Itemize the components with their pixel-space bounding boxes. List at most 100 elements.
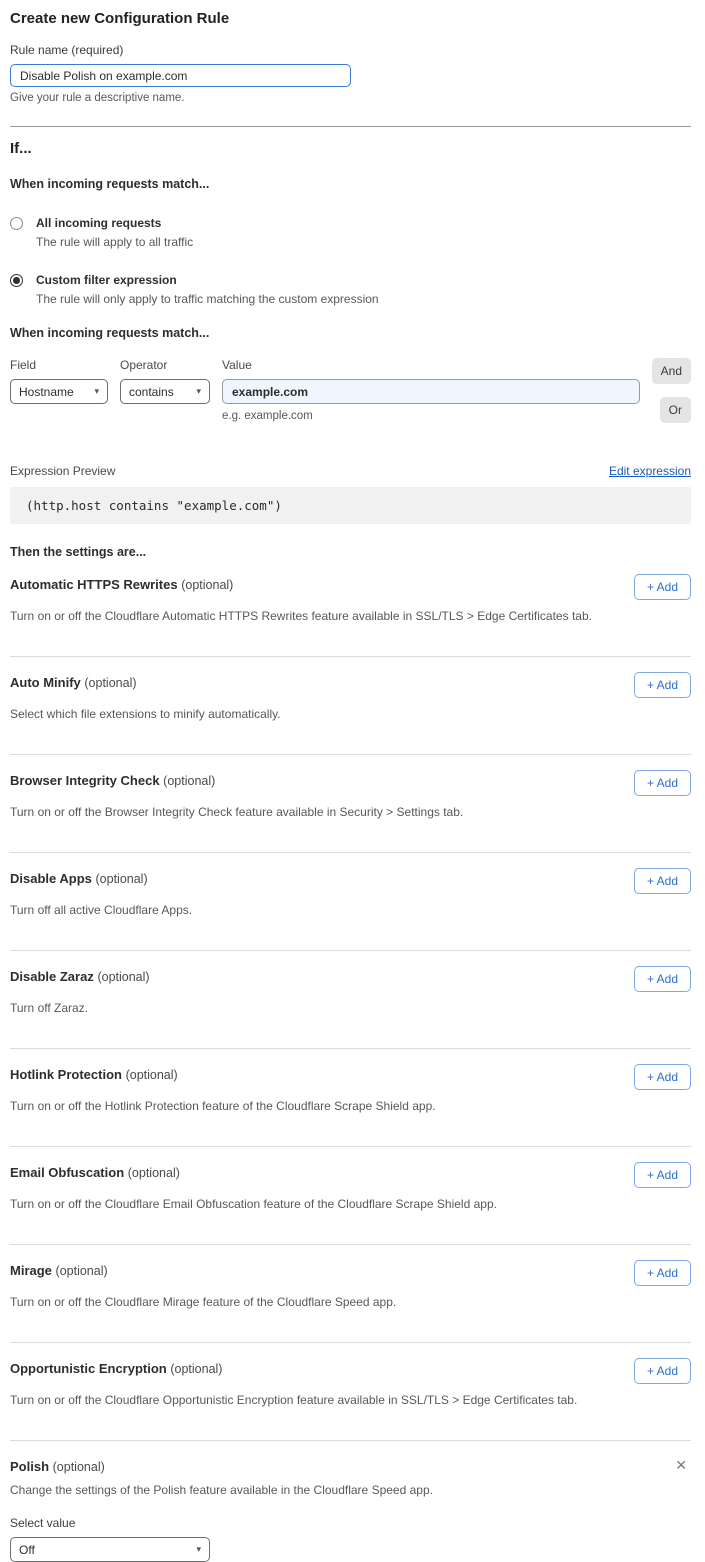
value-label: Value: [222, 358, 640, 372]
add-button[interactable]: + Add: [634, 1064, 691, 1090]
setting-title: Auto Minify (optional): [10, 672, 137, 690]
or-button[interactable]: Or: [660, 397, 691, 423]
field-select[interactable]: Hostname ▾: [10, 379, 108, 404]
setting-name: Disable Zaraz: [10, 969, 94, 984]
setting-row: Automatic HTTPS Rewrites (optional) + Ad…: [10, 559, 691, 657]
setting-optional-tag: (optional): [128, 1166, 180, 1180]
chevron-down-icon: ▾: [196, 1544, 201, 1555]
if-heading: If...: [10, 140, 691, 157]
operator-select[interactable]: contains ▾: [120, 379, 210, 404]
operator-select-value: contains: [129, 385, 174, 399]
setting-optional-tag: (optional): [126, 1068, 178, 1082]
radio-unselected-icon[interactable]: [10, 217, 23, 230]
setting-optional-tag: (optional): [56, 1264, 108, 1278]
add-button[interactable]: + Add: [634, 672, 691, 698]
setting-title: Automatic HTTPS Rewrites (optional): [10, 574, 233, 592]
rule-name-input[interactable]: [10, 64, 351, 87]
setting-description: Turn on or off the Cloudflare Automatic …: [10, 609, 691, 623]
setting-name: Email Obfuscation: [10, 1165, 124, 1180]
setting-row: Disable Apps (optional) + Add Turn off a…: [10, 853, 691, 951]
value-hint: e.g. example.com: [222, 410, 640, 422]
setting-description: Turn off all active Cloudflare Apps.: [10, 903, 691, 917]
setting-row: Auto Minify (optional) + Add Select whic…: [10, 657, 691, 755]
setting-description: Select which file extensions to minify a…: [10, 707, 691, 721]
setting-name: Hotlink Protection: [10, 1067, 122, 1082]
select-value-label: Select value: [10, 1516, 691, 1530]
setting-row: Hotlink Protection (optional) + Add Turn…: [10, 1049, 691, 1147]
setting-title: Opportunistic Encryption (optional): [10, 1358, 222, 1376]
add-button[interactable]: + Add: [634, 574, 691, 600]
settings-list: Automatic HTTPS Rewrites (optional) + Ad…: [10, 559, 691, 1441]
setting-title: Browser Integrity Check (optional): [10, 770, 215, 788]
radio-description: The rule will apply to all traffic: [36, 235, 193, 249]
and-button[interactable]: And: [652, 358, 691, 384]
rule-name-help: Give your rule a descriptive name.: [10, 92, 691, 104]
setting-title: Email Obfuscation (optional): [10, 1162, 180, 1180]
setting-description: Turn on or off the Cloudflare Email Obfu…: [10, 1197, 691, 1211]
setting-name: Opportunistic Encryption: [10, 1361, 167, 1376]
setting-description: Turn off Zaraz.: [10, 1001, 691, 1015]
rule-name-label: Rule name (required): [10, 43, 691, 57]
setting-title: Hotlink Protection (optional): [10, 1064, 178, 1082]
setting-title: Mirage (optional): [10, 1260, 108, 1278]
setting-name: Polish: [10, 1459, 49, 1474]
expression-builder: Field Hostname ▾ Operator contains ▾ Val…: [10, 358, 691, 438]
radio-selected-icon[interactable]: [10, 274, 23, 287]
setting-description: Turn on or off the Cloudflare Mirage fea…: [10, 1295, 691, 1309]
add-button[interactable]: + Add: [634, 1260, 691, 1286]
add-button[interactable]: + Add: [634, 868, 691, 894]
setting-description: Turn on or off the Cloudflare Opportunis…: [10, 1393, 691, 1407]
radio-option-custom-expression[interactable]: Custom filter expression The rule will o…: [10, 273, 691, 306]
expression-preview-code: (http.host contains "example.com"): [10, 487, 691, 524]
field-label: Field: [10, 358, 108, 372]
value-input[interactable]: [222, 379, 640, 404]
setting-row: Email Obfuscation (optional) + Add Turn …: [10, 1147, 691, 1245]
setting-row: Browser Integrity Check (optional) + Add…: [10, 755, 691, 853]
setting-optional-tag: (optional): [96, 872, 148, 886]
setting-title: Disable Zaraz (optional): [10, 966, 150, 984]
polish-value-select[interactable]: Off ▾: [10, 1537, 210, 1562]
radio-label[interactable]: All incoming requests: [36, 216, 193, 230]
setting-name: Auto Minify: [10, 675, 81, 690]
then-settings-heading: Then the settings are...: [10, 545, 691, 559]
add-button[interactable]: + Add: [634, 1162, 691, 1188]
setting-optional-tag: (optional): [163, 774, 215, 788]
setting-description: Change the settings of the Polish featur…: [10, 1483, 691, 1497]
expression-preview-label: Expression Preview: [10, 464, 115, 478]
setting-optional-tag: (optional): [53, 1460, 105, 1474]
add-button[interactable]: + Add: [634, 966, 691, 992]
setting-optional-tag: (optional): [170, 1362, 222, 1376]
field-select-value: Hostname: [19, 385, 74, 399]
add-button[interactable]: + Add: [634, 1358, 691, 1384]
match-heading: When incoming requests match...: [10, 177, 691, 191]
setting-row: Disable Zaraz (optional) + Add Turn off …: [10, 951, 691, 1049]
radio-label[interactable]: Custom filter expression: [36, 273, 379, 287]
polish-select-value: Off: [19, 1543, 35, 1557]
radio-option-all-requests[interactable]: All incoming requests The rule will appl…: [10, 216, 691, 249]
setting-name: Mirage: [10, 1263, 52, 1278]
setting-title: Disable Apps (optional): [10, 868, 148, 886]
radio-description: The rule will only apply to traffic matc…: [36, 292, 379, 306]
setting-row: Opportunistic Encryption (optional) + Ad…: [10, 1343, 691, 1441]
builder-heading: When incoming requests match...: [10, 326, 691, 340]
setting-description: Turn on or off the Hotlink Protection fe…: [10, 1099, 691, 1113]
setting-optional-tag: (optional): [181, 578, 233, 592]
close-icon[interactable]: ✕: [671, 1456, 691, 1474]
setting-name: Automatic HTTPS Rewrites: [10, 577, 178, 592]
chevron-down-icon: ▾: [196, 386, 201, 397]
page-title: Create new Configuration Rule: [10, 10, 691, 27]
setting-title: Polish (optional): [10, 1456, 105, 1474]
setting-name: Browser Integrity Check: [10, 773, 160, 788]
setting-description: Turn on or off the Browser Integrity Che…: [10, 805, 691, 819]
chevron-down-icon: ▾: [94, 386, 99, 397]
rule-name-section: Rule name (required) Give your rule a de…: [10, 43, 691, 104]
setting-optional-tag: (optional): [84, 676, 136, 690]
setting-optional-tag: (optional): [97, 970, 149, 984]
operator-label: Operator: [120, 358, 210, 372]
setting-name: Disable Apps: [10, 871, 92, 886]
setting-row: Mirage (optional) + Add Turn on or off t…: [10, 1245, 691, 1343]
divider: [10, 126, 691, 127]
setting-row-polish: Polish (optional) ✕ Change the settings …: [10, 1441, 691, 1562]
edit-expression-link[interactable]: Edit expression: [609, 464, 691, 478]
add-button[interactable]: + Add: [634, 770, 691, 796]
